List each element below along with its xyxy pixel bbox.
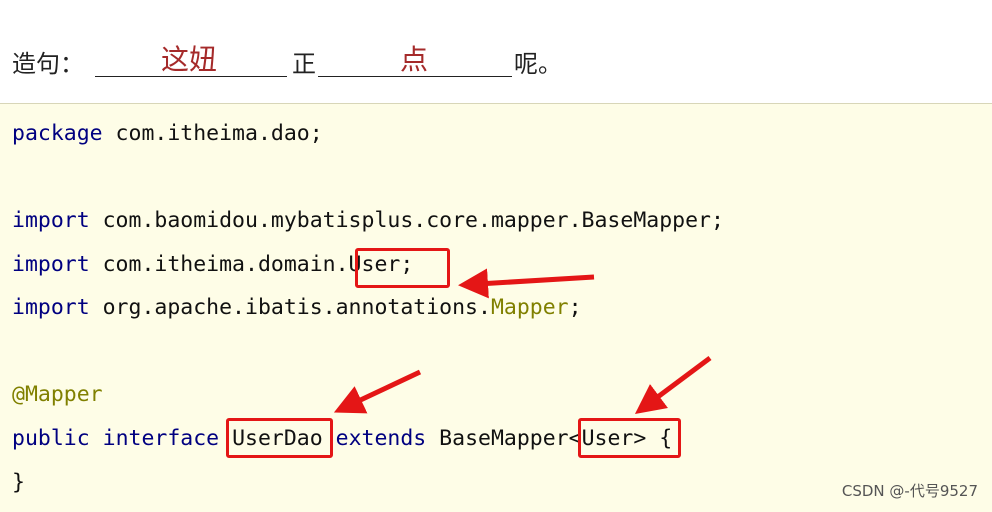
- arrow-down-icon: [634, 355, 712, 414]
- arrow-right-icon: [458, 268, 595, 299]
- arrows-overlay: [333, 268, 712, 414]
- watermark: CSDN @-代号9527: [841, 482, 978, 500]
- arrow-left-icon: [333, 369, 422, 414]
